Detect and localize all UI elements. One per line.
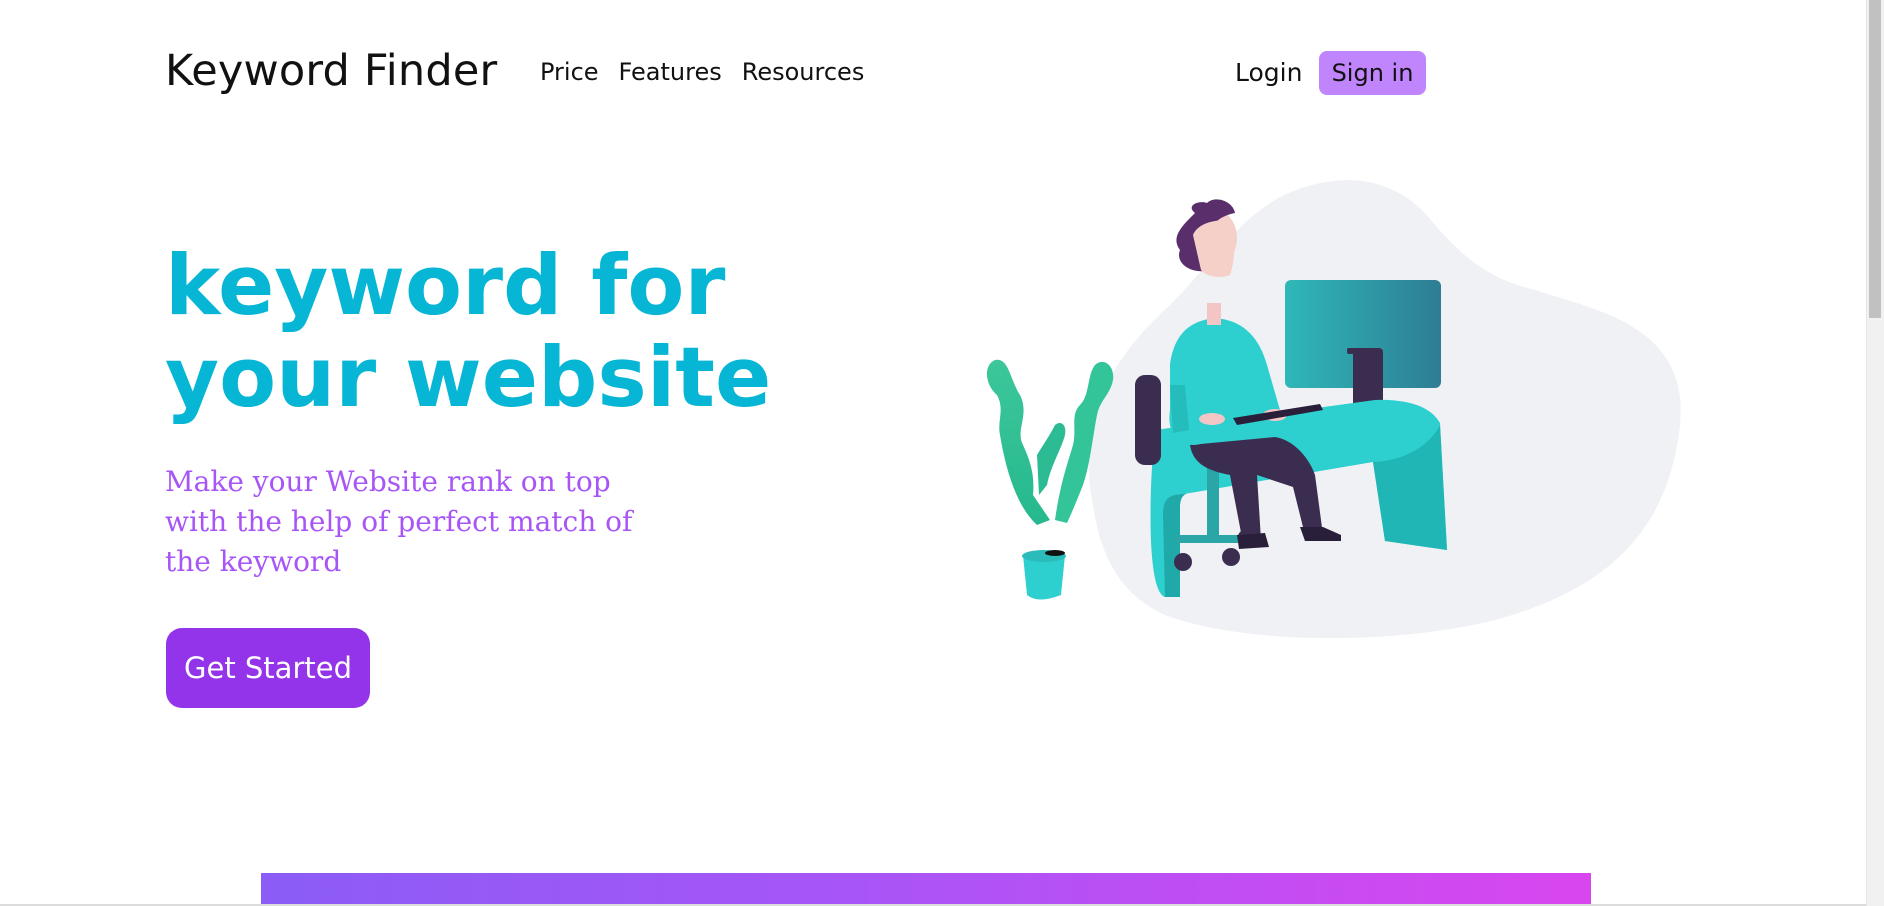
person-at-desk-illustration: [986, 180, 1681, 639]
landing-page: Keyword Finder Price Features Resources …: [0, 0, 1884, 906]
login-link[interactable]: Login: [1235, 58, 1302, 87]
chair-back: [1135, 375, 1161, 465]
next-section-banner: [261, 873, 1591, 906]
get-started-button[interactable]: Get Started: [166, 628, 370, 708]
main-nav: Price Features Resources: [540, 58, 864, 86]
hero-subtitle: Make your Website rank on top with the h…: [165, 465, 633, 578]
scrollbar-thumb[interactable]: [1869, 0, 1881, 318]
nav-link-features[interactable]: Features: [619, 58, 722, 86]
nav-link-price[interactable]: Price: [540, 58, 599, 86]
brand-logo[interactable]: Keyword Finder: [165, 46, 497, 96]
hero-title: keyword for your website: [165, 237, 772, 426]
plant-leaves: [986, 359, 1050, 525]
nav-link-resources[interactable]: Resources: [742, 58, 865, 86]
signin-button[interactable]: Sign in: [1319, 51, 1426, 95]
